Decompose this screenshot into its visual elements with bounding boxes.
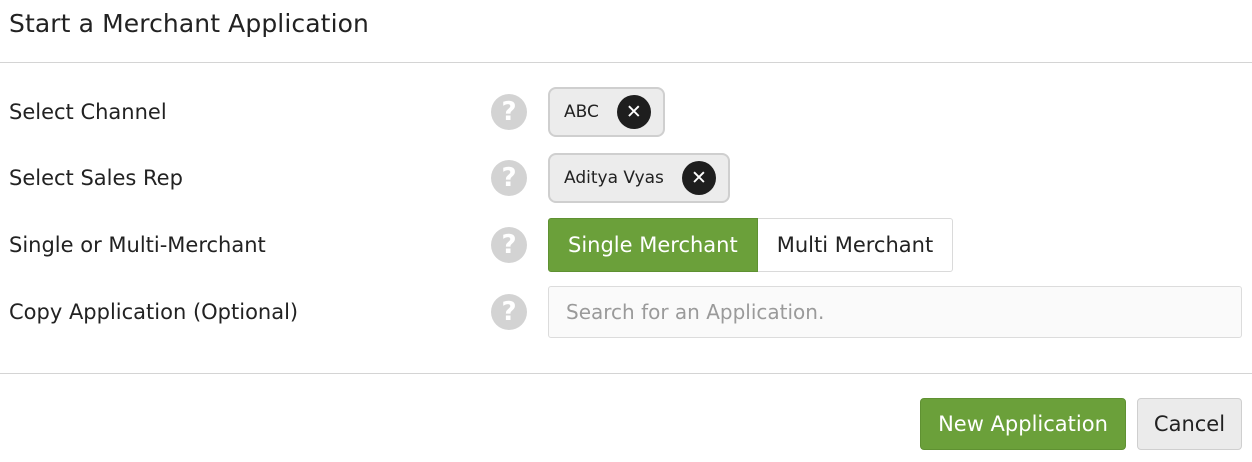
copy-application-label: Copy Application (Optional) <box>9 300 299 324</box>
merchant-type-toggle: Single Merchant Multi Merchant <box>548 218 954 272</box>
single-merchant-button[interactable]: Single Merchant <box>548 218 758 272</box>
question-circle-icon[interactable]: ? <box>491 94 527 130</box>
new-application-button[interactable]: New Application <box>920 398 1126 450</box>
sales-rep-selected-tag[interactable]: Aditya Vyas ✕ <box>548 153 730 203</box>
close-icon[interactable]: ✕ <box>681 161 716 195</box>
question-circle-icon[interactable]: ? <box>491 294 527 330</box>
channel-tag-label: ABC <box>564 102 599 122</box>
multi-merchant-button[interactable]: Multi Merchant <box>757 218 954 272</box>
channel-selected-tag[interactable]: ABC ✕ <box>548 87 665 137</box>
cancel-button[interactable]: Cancel <box>1137 398 1242 450</box>
application-search-input[interactable] <box>548 286 1242 338</box>
close-icon[interactable]: ✕ <box>616 95 651 129</box>
sales-rep-label: Select Sales Rep <box>9 166 183 190</box>
merchant-type-label: Single or Multi-Merchant <box>9 233 266 257</box>
sales-rep-tag-label: Aditya Vyas <box>564 168 664 188</box>
modal-header: Start a Merchant Application <box>0 0 1252 63</box>
merchant-type-row: Single or Multi-Merchant ? Single Mercha… <box>0 218 1252 272</box>
channel-row: Select Channel ? ABC ✕ <box>0 85 1252 139</box>
copy-application-row: Copy Application (Optional) ? <box>0 285 1252 339</box>
channel-label: Select Channel <box>9 100 167 124</box>
question-circle-icon[interactable]: ? <box>491 160 527 196</box>
question-circle-icon[interactable]: ? <box>491 227 527 263</box>
modal-footer: New Application Cancel <box>0 373 1252 462</box>
sales-rep-row: Select Sales Rep ? Aditya Vyas ✕ <box>0 151 1252 205</box>
modal-title: Start a Merchant Application <box>9 9 369 38</box>
